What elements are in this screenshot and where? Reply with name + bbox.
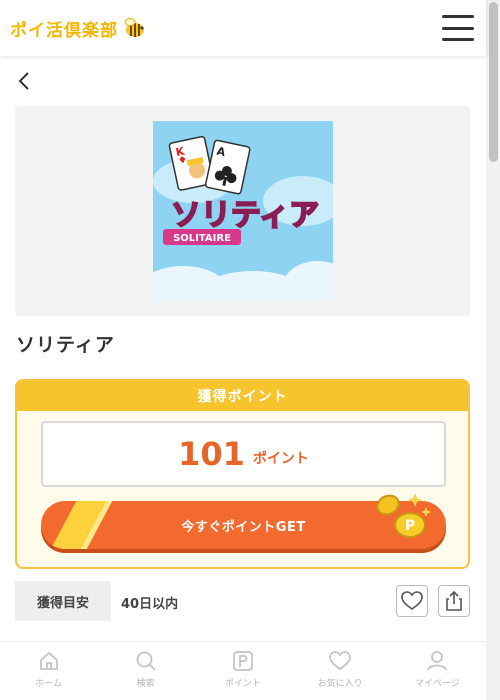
logo-text: ポイ活倶楽部 (10, 20, 118, 41)
site-logo[interactable]: ポイ活倶楽部 (10, 16, 146, 41)
points-value: 101 (178, 435, 245, 473)
nav-item-favorites[interactable]: お気に入り (295, 642, 385, 700)
nav-item-mypage[interactable]: マイページ (392, 642, 482, 700)
get-points-label: 今すぐポイントGET (181, 519, 306, 535)
heart-icon (329, 651, 352, 671)
heart-icon (401, 591, 423, 610)
share-button[interactable] (438, 585, 470, 617)
hamburger-menu-icon[interactable] (442, 15, 474, 41)
nav-label-search: 検索 (136, 679, 155, 689)
nav-label-home: ホーム (35, 679, 62, 689)
coins-icon: P (376, 493, 431, 538)
app-image-panel: K A ソリティア SOLITAIRE (15, 106, 470, 316)
scrollbar[interactable] (486, 0, 500, 700)
nav-label-mypage: マイページ (414, 679, 460, 689)
site-header: ポイ活倶楽部 (0, 0, 486, 56)
app-thumbnail: K A ソリティア SOLITAIRE (153, 121, 333, 301)
home-icon (39, 651, 58, 670)
svg-text:SOLITAIRE: SOLITAIRE (173, 233, 231, 244)
bee-icon (124, 18, 144, 37)
bottom-navigation: ホーム 検索 ポイント お気に入り マイページ (0, 641, 486, 700)
points-value-box: 101 ポイント (41, 421, 446, 487)
nav-label-favorites: お気に入り (317, 679, 363, 689)
page-title: ソリティア (16, 334, 115, 356)
scrollbar-thumb[interactable] (489, 2, 498, 162)
point-p-icon (233, 651, 253, 671)
points-unit: ポイント (252, 451, 309, 467)
nav-item-home[interactable]: ホーム (4, 642, 94, 700)
estimate-value: 40日以内 (121, 597, 179, 612)
back-button[interactable] (12, 68, 36, 94)
nav-item-search[interactable]: 検索 (101, 642, 191, 700)
svg-text:P: P (405, 518, 415, 534)
share-icon (446, 591, 462, 611)
chevron-left-icon (18, 72, 29, 90)
user-icon (427, 651, 448, 671)
search-icon (136, 651, 156, 671)
nav-label-points: ポイント (224, 679, 261, 689)
estimate-label: 獲得目安 (15, 581, 111, 621)
favorite-button[interactable] (396, 585, 428, 617)
nav-item-points[interactable]: ポイント (198, 642, 288, 700)
svg-text:ソリティア: ソリティア (171, 198, 319, 233)
points-header: 獲得ポイント (17, 381, 468, 411)
